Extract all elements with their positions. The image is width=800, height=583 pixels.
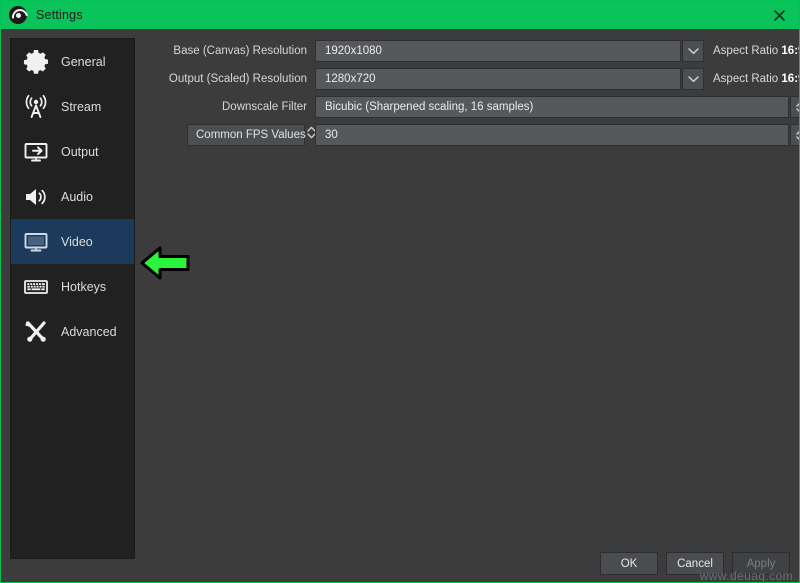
base-aspect-ratio: Aspect Ratio 16:9 (713, 45, 799, 57)
base-resolution-value: 1920x1080 (325, 45, 382, 57)
sidebar-item-video[interactable]: Video (11, 219, 134, 264)
sidebar-item-hotkeys[interactable]: Hotkeys (11, 264, 134, 309)
obs-logo-icon (9, 6, 27, 24)
sidebar-item-advanced[interactable]: Advanced (11, 309, 134, 354)
output-aspect-ratio-label: Aspect Ratio (713, 73, 779, 85)
downscale-filter-label: Downscale Filter (222, 101, 307, 113)
output-resolution-label: Output (Scaled) Resolution (168, 73, 307, 85)
output-resolution-input[interactable]: 1280x720 (315, 68, 681, 90)
form-row-downscale-filter: Downscale Filter Bicubic (Sharpened scal… (149, 95, 799, 119)
downscale-filter-value: Bicubic (Sharpened scaling, 16 samples) (325, 101, 534, 113)
base-aspect-ratio-value: 16:9 (781, 45, 799, 57)
gear-icon (21, 47, 51, 77)
ok-button[interactable]: OK (600, 552, 658, 575)
sidebar-item-label: Stream (61, 99, 102, 114)
form-row-output-resolution: Output (Scaled) Resolution 1280x720 Aspe… (149, 67, 799, 91)
spinner-updown-icon[interactable] (790, 124, 799, 146)
sidebar-item-audio[interactable]: Audio (11, 174, 134, 219)
fps-mode-select[interactable]: Common FPS Values (187, 124, 316, 146)
output-aspect-ratio: Aspect Ratio 16:9 (713, 73, 799, 85)
base-aspect-ratio-label: Aspect Ratio (713, 45, 779, 57)
spinner-updown-icon[interactable] (790, 96, 799, 118)
sidebar-item-stream[interactable]: Stream (11, 84, 134, 129)
output-aspect-ratio-value: 16:9 (781, 73, 799, 85)
form-row-fps: Common FPS Values 30 (149, 123, 799, 147)
sidebar-item-label: Video (61, 234, 93, 249)
title-bar: Settings (1, 1, 799, 29)
downscale-filter-input[interactable]: Bicubic (Sharpened scaling, 16 samples) (315, 96, 789, 118)
video-settings-form: Base (Canvas) Resolution 1920x1080 Aspec… (149, 39, 799, 151)
base-resolution-input[interactable]: 1920x1080 (315, 40, 681, 62)
keyboard-icon (21, 272, 51, 302)
settings-nav-list[interactable]: General Stream Output Audio Video Hotkey… (10, 38, 135, 559)
window-title: Settings (36, 8, 83, 22)
form-row-base-resolution: Base (Canvas) Resolution 1920x1080 Aspec… (149, 39, 799, 63)
fps-mode-label: Common FPS Values (196, 129, 306, 141)
chevron-down-icon[interactable] (682, 40, 704, 62)
sidebar-item-general[interactable]: General (11, 39, 134, 84)
sidebar-item-label: Audio (61, 189, 93, 204)
sidebar-item-label: General (61, 54, 106, 69)
tools-icon (21, 317, 51, 347)
fps-value-input[interactable]: 30 (315, 124, 789, 146)
broadcast-icon (21, 92, 51, 122)
monitor-out-icon (21, 137, 51, 167)
sidebar-item-output[interactable]: Output (11, 129, 134, 174)
watermark: www.deuaq.com (699, 569, 793, 583)
monitor-icon (21, 227, 51, 257)
output-resolution-value: 1280x720 (325, 73, 376, 85)
fps-value: 30 (325, 129, 338, 141)
speaker-icon (21, 182, 51, 212)
sidebar-item-label: Output (61, 144, 99, 159)
left-arrow-annotation-icon (139, 241, 191, 285)
settings-window: Settings General Stream Output Audio Vid… (0, 0, 800, 583)
dialog-body: General Stream Output Audio Video Hotkey… (1, 29, 799, 583)
sidebar-item-label: Hotkeys (61, 279, 107, 294)
close-icon[interactable] (757, 1, 799, 29)
sidebar-item-label: Advanced (61, 324, 117, 339)
chevron-down-icon[interactable] (682, 68, 704, 90)
base-resolution-label: Base (Canvas) Resolution (173, 45, 307, 57)
